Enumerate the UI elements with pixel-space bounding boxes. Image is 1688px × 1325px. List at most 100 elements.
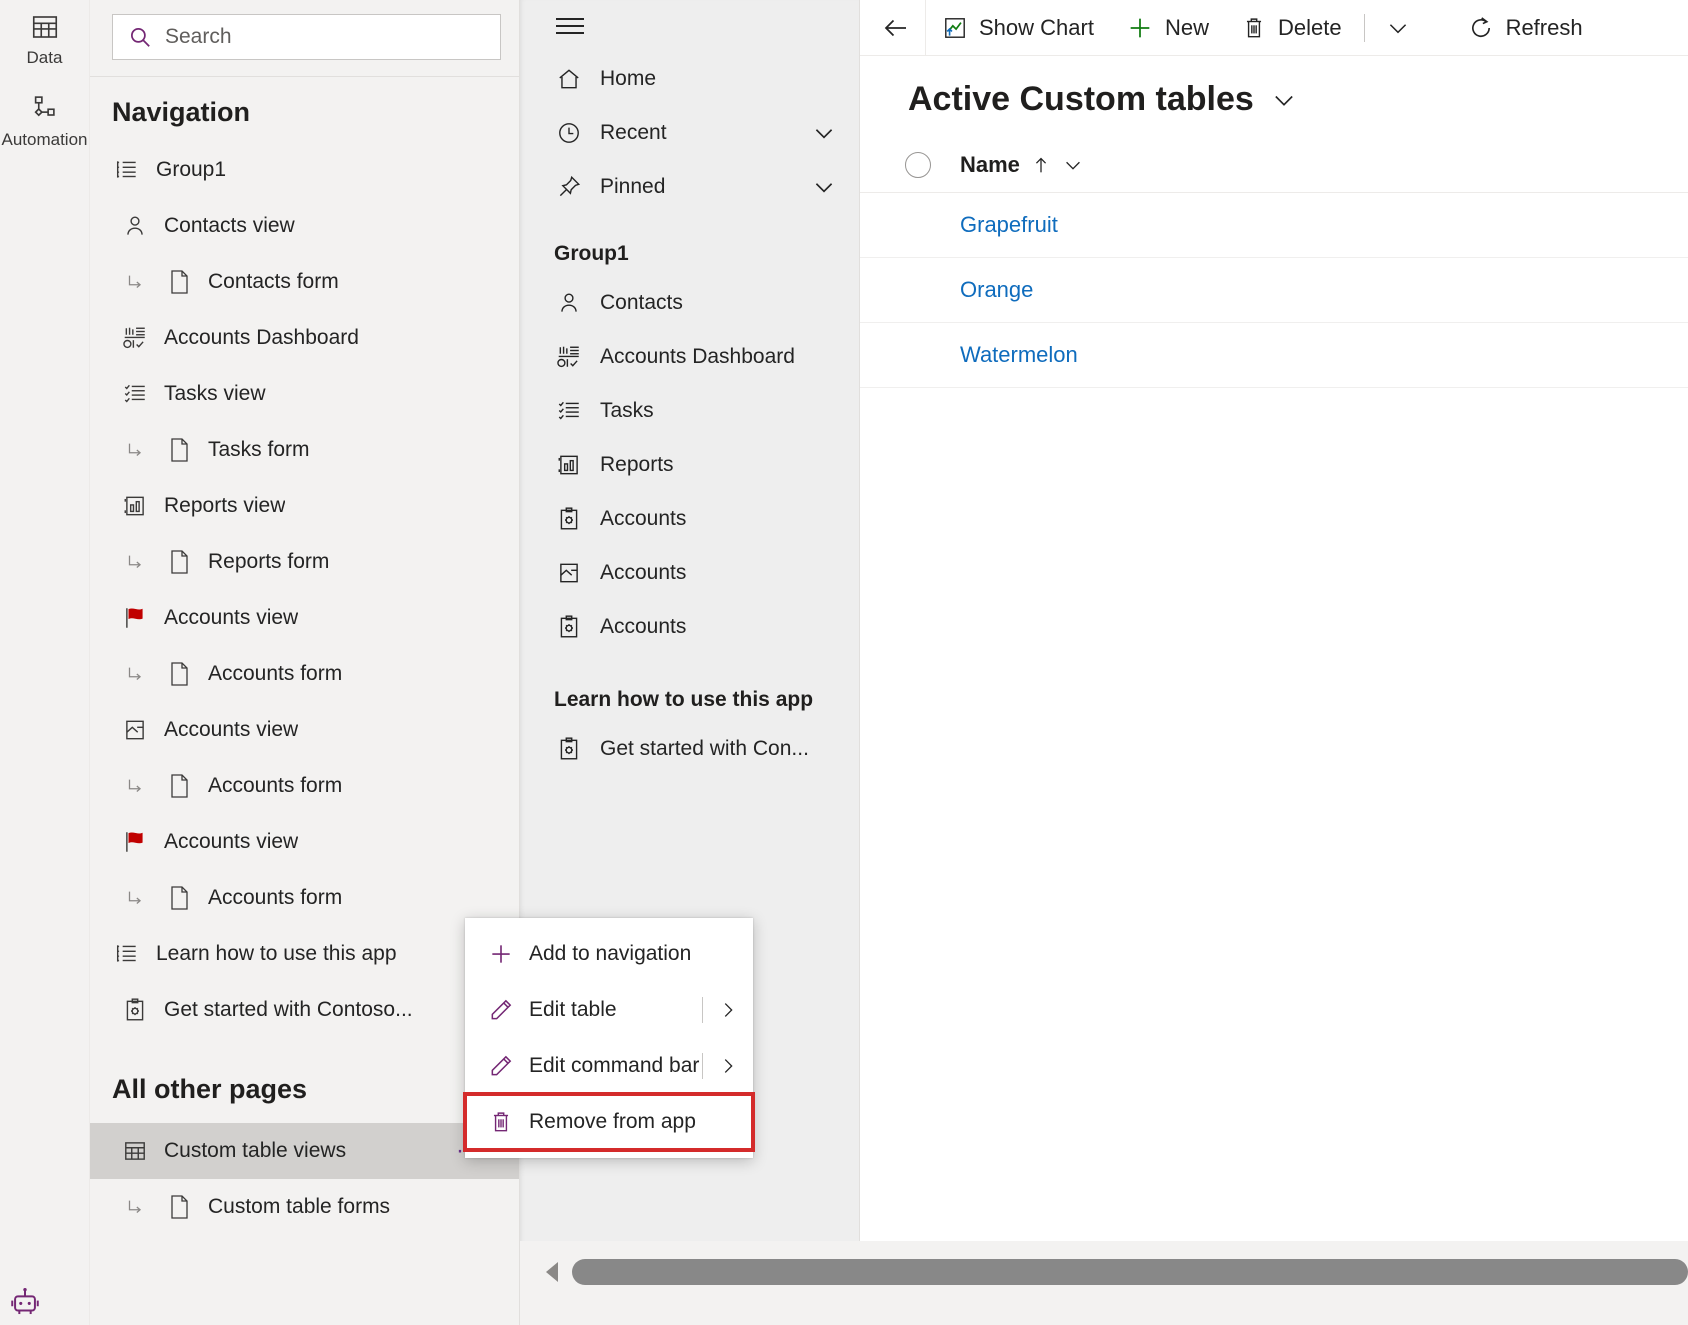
- view-selector[interactable]: Active Custom tables: [860, 56, 1688, 137]
- preview-group-title: Group1: [554, 242, 629, 265]
- nav-item-learn-group[interactable]: Learn how to use this app: [90, 926, 519, 982]
- new-button[interactable]: New: [1110, 0, 1225, 56]
- record-link[interactable]: Watermelon: [960, 342, 1078, 368]
- chevron-down-icon[interactable]: [811, 120, 837, 146]
- menu-item-edit-command-bar[interactable]: Edit command bar: [465, 1038, 753, 1094]
- chevron-down-icon[interactable]: [1062, 154, 1084, 176]
- back-arrow-icon[interactable]: [866, 0, 926, 56]
- dashboard-icon: [120, 325, 150, 351]
- sort-ascending-icon[interactable]: [1030, 154, 1052, 176]
- pin-icon: [554, 174, 584, 200]
- task-list-icon: [120, 381, 150, 407]
- caret-left-icon[interactable]: [538, 1259, 568, 1285]
- left-rail: Data Automation: [0, 0, 90, 1325]
- preview-item-label: Accounts: [600, 561, 687, 584]
- preview-item-label: Get started with Con...: [600, 737, 809, 760]
- menu-item-add-to-navigation[interactable]: Add to navigation: [465, 926, 753, 982]
- command-overflow-button[interactable]: [1371, 0, 1425, 56]
- menu-item-submenu[interactable]: [702, 1053, 753, 1079]
- nav-item-label: Custom table views: [164, 1139, 347, 1162]
- chevron-right-icon[interactable]: [717, 999, 739, 1021]
- menu-item-edit-table[interactable]: Edit table: [465, 982, 753, 1038]
- show-chart-button[interactable]: Show Chart: [926, 0, 1110, 56]
- nav-item-accounts-form-3[interactable]: Accounts form: [90, 870, 519, 926]
- preview-item-home[interactable]: Home: [520, 52, 859, 106]
- trash-icon: [485, 1109, 517, 1135]
- horizontal-scrollbar[interactable]: [538, 1255, 1688, 1289]
- search-area: [90, 0, 519, 76]
- menu-item-submenu[interactable]: [702, 997, 753, 1023]
- nav-item-custom-table-forms[interactable]: Custom table forms: [90, 1179, 519, 1235]
- record-link[interactable]: Orange: [960, 277, 1033, 303]
- preview-item-label: Tasks: [600, 399, 654, 422]
- nav-item-label: Group1: [156, 158, 227, 181]
- preview-item-label: Accounts: [600, 615, 687, 638]
- preview-item-accounts-3[interactable]: Accounts: [520, 600, 859, 654]
- chevron-down-icon[interactable]: [1270, 86, 1298, 114]
- nav-item-accounts-form-2[interactable]: Accounts form: [90, 758, 519, 814]
- preview-item-accounts-dashboard[interactable]: Accounts Dashboard: [520, 330, 859, 384]
- nav-item-accounts-view-1[interactable]: Accounts view: [90, 590, 519, 646]
- red-flag-icon: [120, 829, 150, 855]
- preview-learn-title: Learn how to use this app: [554, 688, 814, 711]
- trash-icon: [1241, 15, 1267, 41]
- search-box[interactable]: [112, 14, 501, 60]
- pencil-icon: [485, 997, 517, 1023]
- preview-item-accounts-2[interactable]: Accounts: [520, 546, 859, 600]
- select-all-circle-icon[interactable]: [876, 151, 960, 178]
- menu-item-remove-from-app[interactable]: Remove from app: [463, 1092, 755, 1152]
- chevron-down-icon[interactable]: [811, 174, 837, 200]
- nav-item-accounts-view-2[interactable]: Accounts view: [90, 702, 519, 758]
- nav-item-tasks-view[interactable]: Tasks view: [90, 366, 519, 422]
- nav-item-label: Accounts view: [164, 606, 299, 629]
- preview-item-recent[interactable]: Recent: [520, 106, 859, 160]
- table-row[interactable]: Grapefruit: [860, 193, 1688, 258]
- nav-item-tasks-form[interactable]: Tasks form: [90, 422, 519, 478]
- preview-item-contacts[interactable]: Contacts: [520, 276, 859, 330]
- context-menu: Add to navigation Edit table Edit comman…: [463, 918, 755, 1158]
- subitem-arrow-icon: [120, 887, 150, 909]
- preview-item-reports[interactable]: Reports: [520, 438, 859, 492]
- nav-item-accounts-view-3[interactable]: Accounts view: [90, 814, 519, 870]
- form-page-icon: [164, 1194, 194, 1220]
- nav-item-contacts-view[interactable]: Contacts view: [90, 198, 519, 254]
- nav-item-label: Custom table forms: [208, 1195, 391, 1218]
- nav-item-reports-view[interactable]: Reports view: [90, 478, 519, 534]
- refresh-icon: [1467, 14, 1495, 42]
- chart-icon: [942, 15, 968, 41]
- table-row[interactable]: Orange: [860, 258, 1688, 323]
- record-link[interactable]: Grapefruit: [960, 212, 1058, 238]
- delete-button[interactable]: Delete: [1225, 0, 1358, 56]
- preview-item-accounts-1[interactable]: Accounts: [520, 492, 859, 546]
- preview-item-get-started[interactable]: Get started with Con...: [520, 722, 859, 776]
- nav-item-group1[interactable]: Group1: [90, 142, 519, 198]
- automation-icon: [28, 92, 62, 126]
- copilot-robot-icon[interactable]: [8, 1285, 42, 1319]
- nav-item-get-started[interactable]: Get started with Contoso...: [90, 982, 519, 1038]
- form-page-icon: [164, 773, 194, 799]
- search-input[interactable]: [165, 25, 486, 49]
- preview-item-label: Home: [600, 67, 657, 90]
- preview-item-label: Accounts Dashboard: [600, 345, 795, 368]
- nav-item-accounts-form-1[interactable]: Accounts form: [90, 646, 519, 702]
- nav-item-accounts-dashboard[interactable]: Accounts Dashboard: [90, 310, 519, 366]
- rail-item-data[interactable]: Data: [0, 10, 90, 68]
- nav-item-custom-table-views[interactable]: Custom table views ···: [90, 1123, 519, 1179]
- rail-item-automation[interactable]: Automation: [0, 92, 90, 150]
- table-row[interactable]: Watermelon: [860, 323, 1688, 388]
- nav-item-contacts-form[interactable]: Contacts form: [90, 254, 519, 310]
- rail-item-automation-label: Automation: [1, 130, 88, 149]
- nav-item-reports-form[interactable]: Reports form: [90, 534, 519, 590]
- subitem-arrow-icon: [120, 439, 150, 461]
- nav-item-label: Accounts view: [164, 718, 299, 741]
- hamburger-icon[interactable]: [520, 0, 859, 38]
- chevron-right-icon[interactable]: [717, 1055, 739, 1077]
- column-header-name[interactable]: Name: [960, 152, 1084, 178]
- preview-item-tasks[interactable]: Tasks: [520, 384, 859, 438]
- refresh-button[interactable]: Refresh: [1451, 0, 1599, 56]
- pencil-icon: [485, 1053, 517, 1079]
- nav-item-label: Learn how to use this app: [156, 942, 397, 965]
- preview-item-pinned[interactable]: Pinned: [520, 160, 859, 214]
- scrollbar-thumb[interactable]: [572, 1259, 1688, 1285]
- nav-item-label: Reports form: [208, 550, 330, 573]
